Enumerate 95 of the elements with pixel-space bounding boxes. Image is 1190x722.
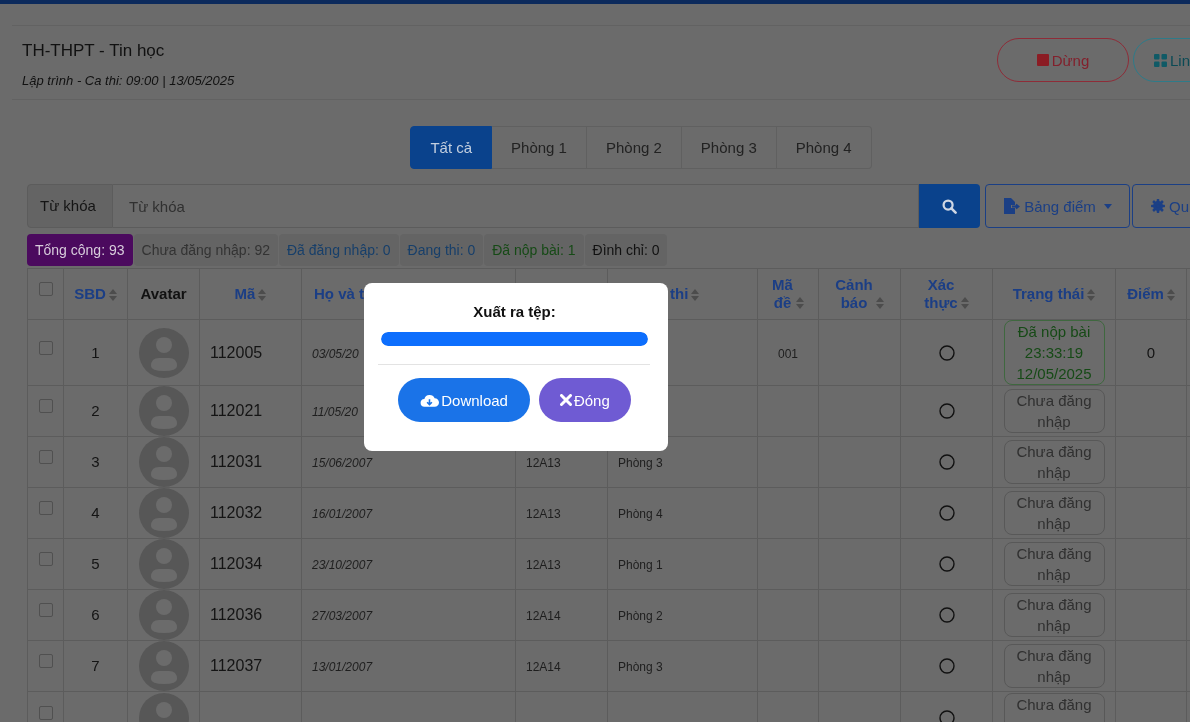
column-header: Mã đề xyxy=(772,276,793,312)
column-header: Điểm xyxy=(1127,285,1164,302)
room-tab[interactable]: Phòng 1 xyxy=(492,126,587,169)
candidate-number: 3 xyxy=(91,453,100,470)
birth-date: 23/10/2007 xyxy=(312,558,373,572)
status-filter[interactable]: Đình chỉ: 0 xyxy=(584,234,668,266)
keyword-label: Từ khóa xyxy=(27,184,113,228)
row-checkbox[interactable] xyxy=(38,399,53,413)
class-name: 12A14 xyxy=(526,609,561,623)
status-badge: Chưa đăng nhập xyxy=(1003,491,1105,535)
column-header: Xác thực xyxy=(924,276,958,312)
column-header: Họ và t xyxy=(314,285,364,302)
close-icon xyxy=(559,394,572,406)
status-badge: Chưa đăng nhập xyxy=(1003,644,1105,688)
download-button[interactable]: Download xyxy=(398,378,530,422)
status-badge: Chưa đăng nhập xyxy=(1003,440,1105,484)
candidate-number: 2 xyxy=(91,402,100,419)
candidate-code: 112036 xyxy=(210,606,263,623)
sort-icon[interactable] xyxy=(875,297,884,309)
sort-icon[interactable] xyxy=(258,289,267,302)
status-filter[interactable]: Đã nộp bài: 1 xyxy=(484,234,584,266)
row-checkbox[interactable] xyxy=(38,501,53,515)
sort-icon[interactable] xyxy=(1166,289,1175,302)
keyword-input[interactable]: Từ khóa xyxy=(113,184,919,228)
score: 0 xyxy=(1146,343,1156,361)
birth-date: 03/05/20 xyxy=(312,346,359,361)
candidate-number: 7 xyxy=(91,657,100,674)
sort-icon[interactable] xyxy=(960,297,969,309)
room-tab[interactable]: Phòng 3 xyxy=(681,126,777,169)
sort-icon[interactable] xyxy=(691,289,700,302)
birth-date: 16/01/2007 xyxy=(312,507,373,521)
row-checkbox[interactable] xyxy=(38,603,53,617)
candidate-number: 5 xyxy=(91,555,100,572)
candidate-code: 112034 xyxy=(210,555,263,572)
candidate-code: 112037 xyxy=(210,657,263,674)
room-name: Phòng 4 xyxy=(618,507,663,521)
status-filter[interactable]: Đang thi: 0 xyxy=(399,234,484,266)
room-tab[interactable]: Phòng 4 xyxy=(776,126,872,169)
birth-date: 15/06/2007 xyxy=(312,456,373,470)
birth-date: 13/01/2007 xyxy=(312,660,373,674)
exam-subtitle: Lập trình - Ca thi: 09:00 | 13/05/2025 xyxy=(22,73,235,89)
dialog-title: Xuất ra tệp: xyxy=(472,303,557,321)
status-badge: Đã nộp bài 23:33:19 12/05/2025 xyxy=(1003,320,1105,385)
column-header: Cảnh báo xyxy=(835,276,873,312)
room-name: Phòng 3 xyxy=(618,660,663,674)
candidate-code: 112032 xyxy=(210,504,263,521)
candidate-code: 112031 xyxy=(210,453,263,470)
stop-icon xyxy=(1036,54,1049,66)
search-icon xyxy=(942,198,957,214)
page-title: TH-THPT - Tin học xyxy=(22,40,166,62)
class-name: 12A13 xyxy=(526,507,561,521)
candidate-number: 6 xyxy=(91,606,100,623)
close-button[interactable]: Đóng xyxy=(538,378,631,422)
room-name: Phòng 3 xyxy=(618,456,663,470)
column-header: SBD xyxy=(74,285,106,302)
search-button[interactable] xyxy=(919,184,980,228)
status-filter[interactable]: Đã đăng nhập: 0 xyxy=(279,234,399,266)
class-name: 12A13 xyxy=(526,558,561,572)
row-checkbox[interactable] xyxy=(38,450,53,464)
row-checkbox[interactable] xyxy=(38,654,53,668)
class-name: 12A13 xyxy=(526,456,561,470)
birth-date: 11/05/20 xyxy=(312,405,358,419)
room-tab[interactable]: Tất cả xyxy=(410,126,493,169)
row-checkbox[interactable] xyxy=(38,705,53,720)
file-export-icon xyxy=(1003,198,1021,214)
column-header: Mã xyxy=(234,285,256,302)
class-name: 12A14 xyxy=(526,660,561,674)
status-badge: Chưa đăng nhập xyxy=(1003,542,1105,586)
row-checkbox[interactable] xyxy=(38,282,53,296)
settings-button[interactable]: Qu xyxy=(1132,184,1190,228)
sort-icon[interactable] xyxy=(108,289,117,302)
row-checkbox[interactable] xyxy=(38,340,53,355)
birth-date: 27/03/2007 xyxy=(312,609,373,623)
status-badge: Chưa đăng nhập xyxy=(1003,389,1105,433)
column-header: Trạng thái xyxy=(1012,285,1085,302)
candidate-number: 4 xyxy=(91,504,100,521)
status-badge: Chưa đăng nhập xyxy=(1003,593,1105,637)
candidate-number: 1 xyxy=(91,343,100,361)
status-badge: Chưa đăng xyxy=(1003,693,1105,722)
candidate-code: 112005 xyxy=(210,343,263,361)
status-filter[interactable]: Tổng cộng: 93 xyxy=(27,234,133,266)
sort-icon[interactable] xyxy=(1087,289,1096,302)
exam-code: 001 xyxy=(778,346,798,361)
row-checkbox[interactable] xyxy=(38,552,53,566)
sort-icon[interactable] xyxy=(795,297,804,309)
score-export-button[interactable]: Bảng điểm xyxy=(985,184,1130,228)
grid-icon xyxy=(1154,53,1167,67)
column-header: Avatar xyxy=(140,285,187,302)
column-header: thi xyxy=(670,285,689,302)
room-name: Phòng 2 xyxy=(618,609,663,623)
cloud-download-icon xyxy=(420,392,440,408)
room-name: Phòng 1 xyxy=(618,558,663,572)
settings-icon xyxy=(1151,199,1165,213)
room-tab[interactable]: Phòng 2 xyxy=(586,126,682,169)
candidate-code: 112021 xyxy=(210,402,263,419)
